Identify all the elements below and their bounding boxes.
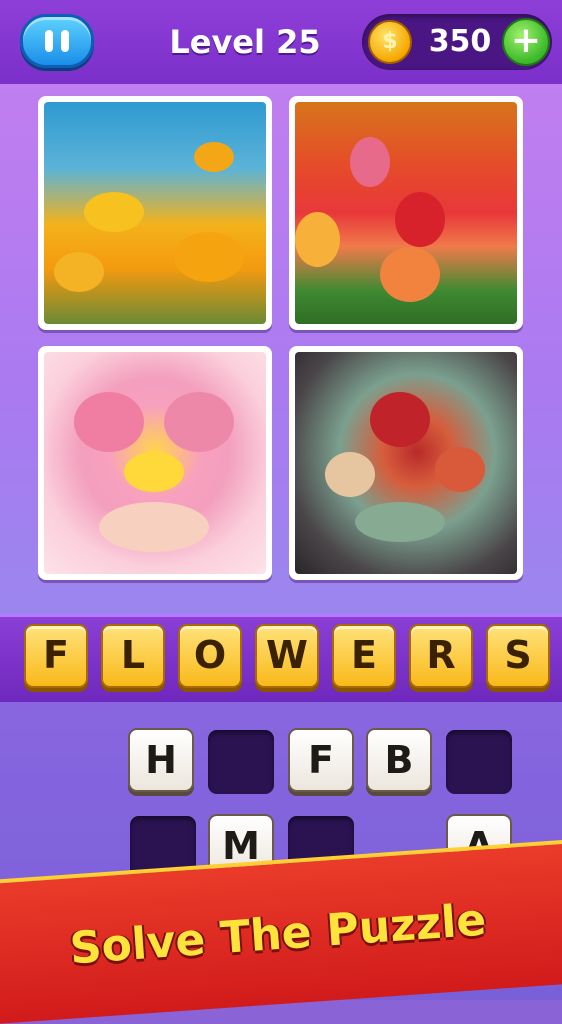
photo-card-2[interactable] bbox=[289, 96, 523, 330]
coin-icon: $ bbox=[368, 20, 412, 64]
pause-icon-bar bbox=[61, 30, 69, 52]
letter-tile-h[interactable]: H bbox=[128, 728, 194, 792]
answer-tile-3[interactable]: O bbox=[178, 624, 242, 688]
photo-card-3[interactable] bbox=[38, 346, 272, 580]
add-coins-button[interactable]: + bbox=[502, 18, 550, 66]
pause-icon bbox=[45, 30, 53, 52]
top-bar: Level 25 $ 350 + bbox=[0, 0, 562, 84]
empty-slot bbox=[208, 730, 274, 794]
level-title: Level 25 bbox=[169, 23, 321, 61]
answer-tile-4[interactable]: W bbox=[255, 624, 319, 688]
coin-counter: $ 350 + bbox=[362, 14, 552, 70]
photo-yellow-poppies bbox=[44, 102, 266, 324]
letter-tile-f[interactable]: F bbox=[288, 728, 354, 792]
photo-card-1[interactable] bbox=[38, 96, 272, 330]
answer-tile-5[interactable]: E bbox=[332, 624, 396, 688]
answer-tile-2[interactable]: L bbox=[101, 624, 165, 688]
photo-rose-bouquet bbox=[295, 352, 517, 574]
empty-slot bbox=[446, 730, 512, 794]
answer-tile-1[interactable]: F bbox=[24, 624, 88, 688]
answer-tile-6[interactable]: R bbox=[409, 624, 473, 688]
photo-tulips bbox=[295, 102, 517, 324]
letter-tile-b[interactable]: B bbox=[366, 728, 432, 792]
photo-card-4[interactable] bbox=[289, 346, 523, 580]
answer-tile-7[interactable]: S bbox=[486, 624, 550, 688]
answer-row: F L O W E R S bbox=[0, 614, 562, 702]
photo-grid bbox=[0, 84, 562, 614]
coin-count: 350 bbox=[428, 24, 492, 59]
pause-button[interactable] bbox=[20, 14, 94, 68]
photo-heart-of-flowers bbox=[44, 352, 266, 574]
